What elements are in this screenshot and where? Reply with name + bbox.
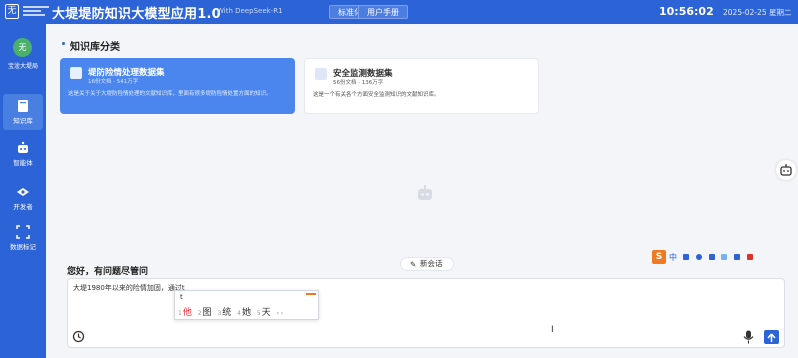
- sidebar-item-data-marking[interactable]: 数据标记: [3, 220, 43, 256]
- knowledge-card-safety-monitoring[interactable]: 安全监测数据集 56份文档 · 136万字 这是一个有关各个方面安全监测知识的文…: [304, 58, 539, 114]
- sidebar-item-label: 数据标记: [10, 243, 36, 251]
- send-button[interactable]: [764, 330, 779, 344]
- dataset-icon: [315, 68, 327, 80]
- avatar[interactable]: 无: [13, 38, 32, 57]
- book-icon: [18, 100, 28, 112]
- sidebar-item-label: 开发者: [13, 203, 33, 211]
- mic-icon[interactable]: [696, 254, 702, 260]
- ime-candidate[interactable]: 5天: [257, 308, 271, 318]
- keyboard-icon[interactable]: [709, 254, 715, 260]
- toolbox-icon[interactable]: [734, 254, 740, 260]
- new-chat-label: 新会话: [420, 259, 443, 268]
- ime-candidate[interactable]: 4她: [237, 308, 251, 318]
- arrow-up-icon: [767, 333, 776, 342]
- sogou-ime-icon[interactable]: S: [652, 250, 666, 264]
- ime-candidate[interactable]: 1他: [178, 308, 192, 318]
- top-header: 无 大堤堤防知识大模型应用1.0 With DeepSeek-R1 标准化平台 …: [0, 0, 798, 24]
- ime-toolbar[interactable]: S 中: [652, 250, 758, 266]
- robot-placeholder-icon: [418, 185, 432, 200]
- ime-preedit: t: [180, 293, 183, 301]
- nav-user-manual[interactable]: 用户手册: [358, 5, 408, 19]
- assistant-float-button[interactable]: [776, 160, 796, 180]
- date-label: 2025-02-25 星期二: [723, 8, 792, 17]
- text-cursor-icon: I: [551, 325, 554, 335]
- sidebar-item-developer[interactable]: 开发者: [3, 180, 43, 216]
- ime-page-arrows-icon[interactable]: ‹ ›: [277, 310, 284, 317]
- ime-candidate[interactable]: 2图: [198, 308, 212, 318]
- app-title: 大堤堤防知识大模型应用1.0: [52, 7, 221, 22]
- robot-icon: [18, 141, 28, 153]
- sidebar-item-agent[interactable]: 智能体: [3, 136, 43, 172]
- ime-settings-icon[interactable]: [747, 254, 753, 260]
- ime-candidate-list: 1他 2图 3统 4她 5天 ‹ ›: [178, 305, 283, 318]
- code-icon: [17, 188, 29, 196]
- knowledge-card-flood-risk[interactable]: 堤防险情处理数据集 16份文档 · 541万字 这是关于关于大堤防险情处理的文献…: [60, 58, 295, 114]
- ime-language-toggle[interactable]: 中: [669, 252, 677, 263]
- card-meta: 16份文档 · 541万字: [88, 79, 139, 85]
- card-description: 这是关于关于大堤防险情处理的文献知识库，里面有很多堤防险情处置方面的知识。: [68, 91, 272, 97]
- edit-icon: ✎: [410, 260, 417, 269]
- ime-candidate-popup[interactable]: t 1他 2图 3统 4她 5天 ‹ ›: [174, 290, 319, 320]
- clock: 10:56:02: [659, 5, 714, 18]
- app-logo-icon: 无: [5, 4, 19, 19]
- app-subtitle: With DeepSeek-R1: [217, 7, 283, 15]
- dataset-icon: [70, 67, 82, 79]
- sidebar-item-knowledge-base[interactable]: 知识库: [3, 94, 43, 130]
- chat-input[interactable]: 大堤1980年以来的险情加固，通过t: [73, 283, 185, 293]
- card-meta: 56份文档 · 136万字: [333, 80, 384, 86]
- microphone-icon[interactable]: [743, 330, 754, 344]
- user-name: 宝淦大堤局: [7, 63, 38, 70]
- sidebar-item-label: 知识库: [13, 117, 33, 125]
- ime-candidate[interactable]: 3统: [217, 308, 231, 318]
- new-chat-button[interactable]: ✎ 新会话: [400, 257, 454, 271]
- skin-icon[interactable]: [721, 254, 727, 260]
- scan-icon: [16, 225, 30, 239]
- robot-icon: [780, 164, 792, 176]
- punctuation-icon[interactable]: [683, 254, 689, 260]
- sidebar-item-label: 智能体: [13, 159, 33, 167]
- ime-accent-bar: [306, 293, 316, 295]
- card-description: 这是一个有关各个方面安全监测知识的文献知识库。: [313, 92, 440, 98]
- greeting: 您好，有问题尽管问: [67, 267, 149, 277]
- history-icon[interactable]: [72, 330, 85, 343]
- section-title: 知识库分类: [70, 42, 120, 53]
- sidebar: 无 宝淦大堤局 知识库 智能体 开发者 数据标记: [0, 24, 46, 358]
- logo-bars-icon: [23, 6, 49, 17]
